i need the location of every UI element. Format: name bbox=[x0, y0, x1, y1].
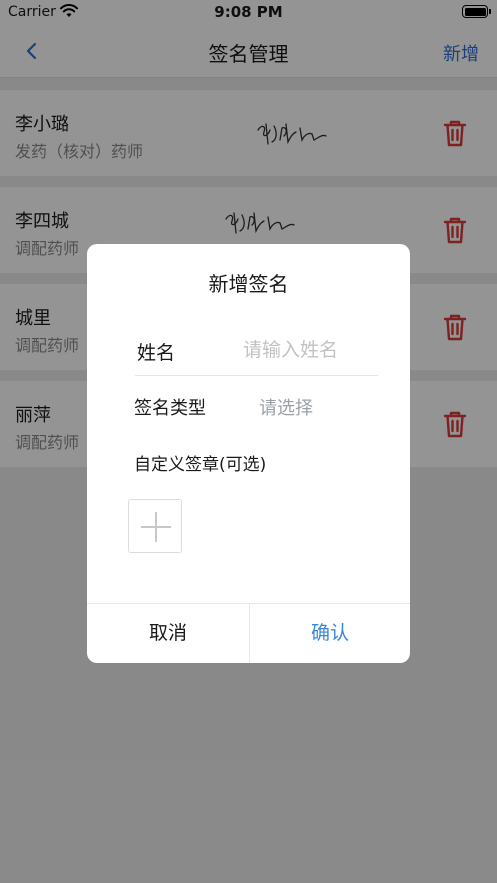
name-input[interactable] bbox=[243, 336, 378, 364]
custom-stamp-label: 自定义签章(可选) bbox=[134, 455, 267, 475]
add-signature-dialog: 新增签名 姓名 签名类型 请选择 自定义签章(可选) 取消 确认 bbox=[87, 244, 410, 663]
dialog-title: 新增签名 bbox=[208, 272, 289, 296]
name-label: 姓名 bbox=[137, 342, 176, 364]
cancel-button[interactable]: 取消 bbox=[87, 604, 249, 663]
upload-stamp-button[interactable] bbox=[128, 499, 182, 553]
name-row: 姓名 bbox=[135, 336, 378, 376]
signature-type-select[interactable]: 请选择 bbox=[259, 394, 313, 420]
signature-type-label: 签名类型 bbox=[134, 398, 206, 419]
dialog-actions: 取消 确认 bbox=[87, 603, 410, 663]
signature-type-row[interactable]: 签名类型 请选择 bbox=[134, 394, 380, 424]
confirm-button[interactable]: 确认 bbox=[250, 604, 410, 663]
